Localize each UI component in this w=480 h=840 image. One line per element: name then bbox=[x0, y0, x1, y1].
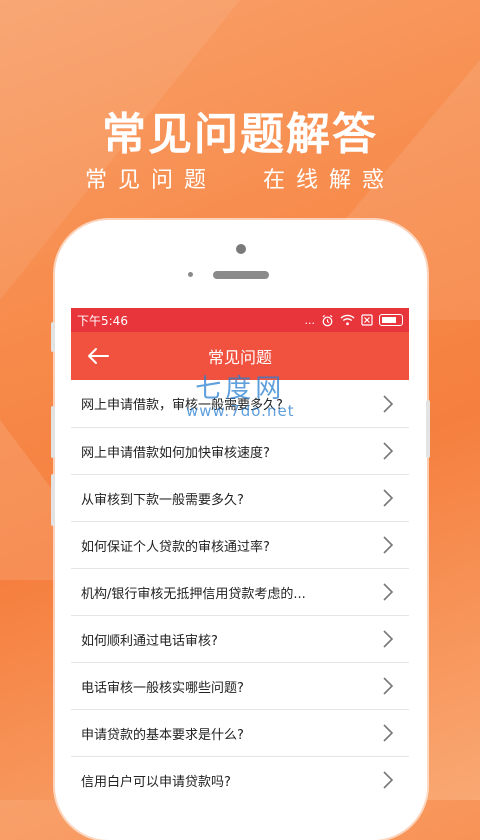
faq-question: 信用白户可以申请贷款吗? bbox=[81, 774, 231, 790]
phone-side-button bbox=[51, 322, 55, 352]
watermark: 七度网 www.7do.net bbox=[186, 376, 295, 420]
faq-question: 电话审核一般核实哪些问题? bbox=[81, 680, 244, 696]
faq-question: 如何顺利通过电话审核? bbox=[81, 633, 218, 649]
faq-question: 网上申请借款如何加快审核速度? bbox=[81, 445, 270, 461]
alarm-icon bbox=[322, 314, 333, 326]
phone-side-button bbox=[51, 474, 55, 526]
chevron-right-icon bbox=[383, 583, 394, 601]
chevron-right-icon bbox=[383, 394, 394, 413]
back-arrow-icon bbox=[88, 348, 109, 364]
watermark-brand: 七度网 bbox=[195, 374, 286, 404]
chevron-right-icon bbox=[383, 771, 394, 789]
status-time: 下午5:46 bbox=[77, 313, 128, 328]
no-sim-icon bbox=[361, 314, 373, 326]
dots-icon: ... bbox=[304, 313, 316, 327]
hero-title: 常见问题解答 bbox=[102, 109, 378, 160]
faq-question: 机构/银行审核无抵押信用贷款考虑的... bbox=[81, 586, 306, 602]
speaker-icon bbox=[213, 271, 269, 279]
faq-question: 申请贷款的基本要求是什么? bbox=[81, 727, 244, 743]
hero-subtitle-right: 在线解惑 bbox=[263, 168, 396, 193]
faq-list: 网上申请借款，审核一般需要多久? 网上申请借款如何加快审核速度? 从审核到下款一… bbox=[71, 380, 409, 800]
faq-item[interactable]: 信用白户可以申请贷款吗? bbox=[71, 757, 409, 800]
faq-item[interactable]: 从审核到下款一般需要多久? bbox=[71, 475, 409, 522]
status-bar: 下午5:46 ... bbox=[71, 308, 409, 332]
watermark-url: www.7do.net bbox=[186, 402, 295, 420]
camera-icon bbox=[236, 244, 246, 254]
wifi-icon bbox=[340, 314, 355, 326]
chevron-right-icon bbox=[383, 630, 394, 648]
phone-side-button bbox=[426, 400, 430, 458]
back-button[interactable] bbox=[85, 342, 111, 370]
faq-item[interactable]: 如何顺利通过电话审核? bbox=[71, 616, 409, 663]
battery-icon bbox=[379, 314, 403, 326]
faq-question: 从审核到下款一般需要多久? bbox=[81, 492, 244, 508]
faq-item[interactable]: 机构/银行审核无抵押信用贷款考虑的... bbox=[71, 569, 409, 616]
faq-item[interactable]: 电话审核一般核实哪些问题? bbox=[71, 663, 409, 710]
phone-side-button bbox=[51, 406, 55, 458]
faq-item[interactable]: 如何保证个人贷款的审核通过率? bbox=[71, 522, 409, 569]
nav-bar: 常见问题 bbox=[71, 332, 409, 380]
faq-item[interactable]: 申请贷款的基本要求是什么? bbox=[71, 710, 409, 757]
chevron-right-icon bbox=[383, 442, 394, 460]
hero-subtitle-left: 常见问题 bbox=[84, 168, 217, 193]
faq-item[interactable]: 网上申请借款如何加快审核速度? bbox=[71, 428, 409, 475]
page-title: 常见问题 bbox=[207, 348, 272, 367]
status-icons: ... bbox=[304, 313, 403, 327]
chevron-right-icon bbox=[383, 724, 394, 742]
faq-question: 如何保证个人贷款的审核通过率? bbox=[81, 539, 270, 555]
chevron-right-icon bbox=[383, 536, 394, 554]
hero-subtitle: 常见问题 在线解惑 bbox=[0, 162, 480, 194]
chevron-right-icon bbox=[383, 677, 394, 695]
sensor-icon bbox=[188, 272, 193, 277]
chevron-right-icon bbox=[383, 489, 394, 507]
